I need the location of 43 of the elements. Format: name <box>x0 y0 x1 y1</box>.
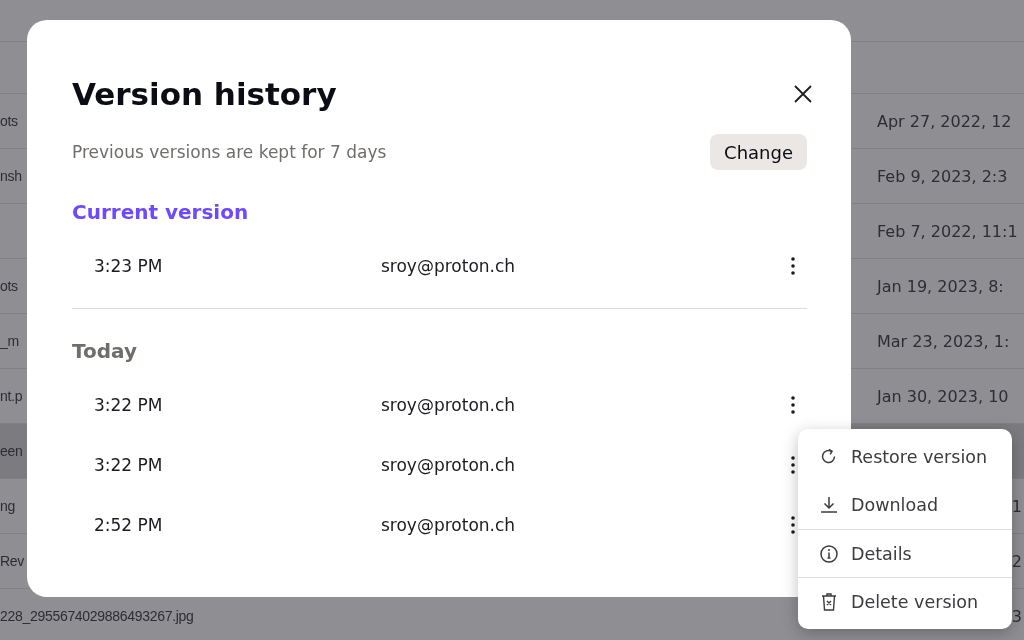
more-options-icon <box>791 456 795 474</box>
change-button[interactable]: Change <box>710 134 807 170</box>
close-icon <box>793 84 813 104</box>
menu-item[interactable]: Restore version <box>798 433 1012 481</box>
file-name: _m <box>0 333 19 349</box>
file-name: nsh <box>0 168 22 184</box>
menu-item[interactable]: Delete version <box>798 577 1012 625</box>
version-time: 3:23 PM <box>94 256 164 276</box>
version-time: 3:22 PM <box>94 455 164 475</box>
download-icon <box>819 495 839 515</box>
modified-date: 2 <box>1011 551 1023 571</box>
more-options-icon <box>791 396 795 414</box>
file-name: nt.p <box>0 388 23 404</box>
modified-date: Jan 30, 2023, 10 <box>877 386 1010 406</box>
menu-item[interactable]: Details <box>798 529 1012 577</box>
modified-date: Jan 19, 2023, 8: <box>877 276 1005 296</box>
file-name: een <box>0 443 23 459</box>
modified-date: Feb 7, 2022, 11:1 <box>877 221 1019 241</box>
group-heading: Current version <box>72 200 250 224</box>
more-options-icon <box>791 516 795 534</box>
modified-date: Apr 27, 2022, 12 <box>877 111 1013 131</box>
version-author: sroy@proton.ch <box>381 395 517 415</box>
group-heading: Today <box>72 339 138 363</box>
version-time: 3:22 PM <box>94 395 164 415</box>
trash-icon <box>819 591 839 612</box>
file-name: ng <box>0 498 15 514</box>
file-name: 228_2955674029886493267.jpg <box>0 608 194 624</box>
version-author: sroy@proton.ch <box>381 455 517 475</box>
file-name: ots <box>0 113 18 129</box>
modified-date: 1 <box>1011 496 1023 516</box>
modified-date: Feb 9, 2023, 2:3 <box>877 166 1009 186</box>
version-time: 2:52 PM <box>94 515 164 535</box>
version-author: sroy@proton.ch <box>381 515 517 535</box>
menu-item[interactable]: Download <box>798 481 1012 529</box>
modified-date: 3 <box>1011 606 1023 626</box>
more-options-icon <box>791 257 795 275</box>
modified-date: Mar 23, 2023, 1: <box>877 331 1011 351</box>
info-icon <box>819 543 839 564</box>
file-name: Rev <box>0 553 24 569</box>
version-author: sroy@proton.ch <box>381 256 517 276</box>
file-name: ots <box>0 278 18 294</box>
retention-note: Previous versions are kept for 7 days <box>72 142 387 162</box>
dialog-title: Version history <box>72 76 337 112</box>
